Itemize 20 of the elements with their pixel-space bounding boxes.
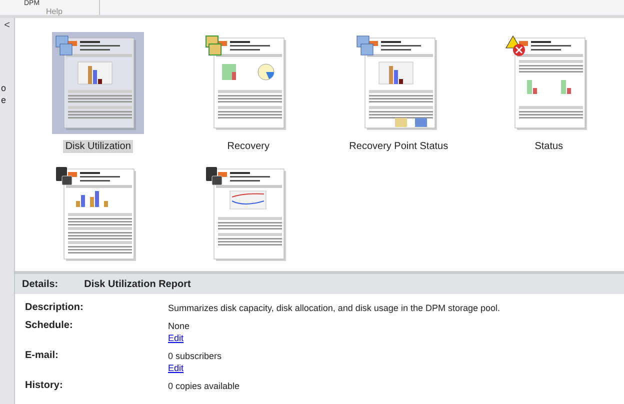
details-title: Disk Utilization Report [84, 278, 191, 292]
details-field-label: Schedule: [25, 320, 74, 333]
details-field-label: History: [25, 380, 64, 392]
edit-link[interactable]: Edit [168, 362, 184, 374]
edit-link[interactable]: Edit [168, 332, 184, 344]
details-field-value: None [168, 320, 190, 332]
details-field-label: E-mail: [25, 350, 60, 363]
details-field-value: 0 copies available [168, 380, 240, 392]
report-label: Recovery Point Status [348, 140, 450, 153]
ribbon-group-label: Help [46, 7, 62, 16]
side-pane-text: e [1, 94, 8, 106]
details-label: Details: [22, 278, 58, 292]
report-label: Disk Utilization [63, 140, 133, 153]
details-field-label: Description: [25, 302, 84, 314]
report-label: Status [534, 140, 564, 153]
details-field-value: 0 subscribers [168, 350, 222, 362]
details-field-value: Summarizes disk capacity, disk allocation, and disk usage in the DPM storage pool. [168, 302, 500, 314]
report-label: Recovery [226, 140, 270, 153]
collapse-button[interactable]: < [0, 20, 14, 32]
side-pane-text: o [1, 82, 8, 94]
